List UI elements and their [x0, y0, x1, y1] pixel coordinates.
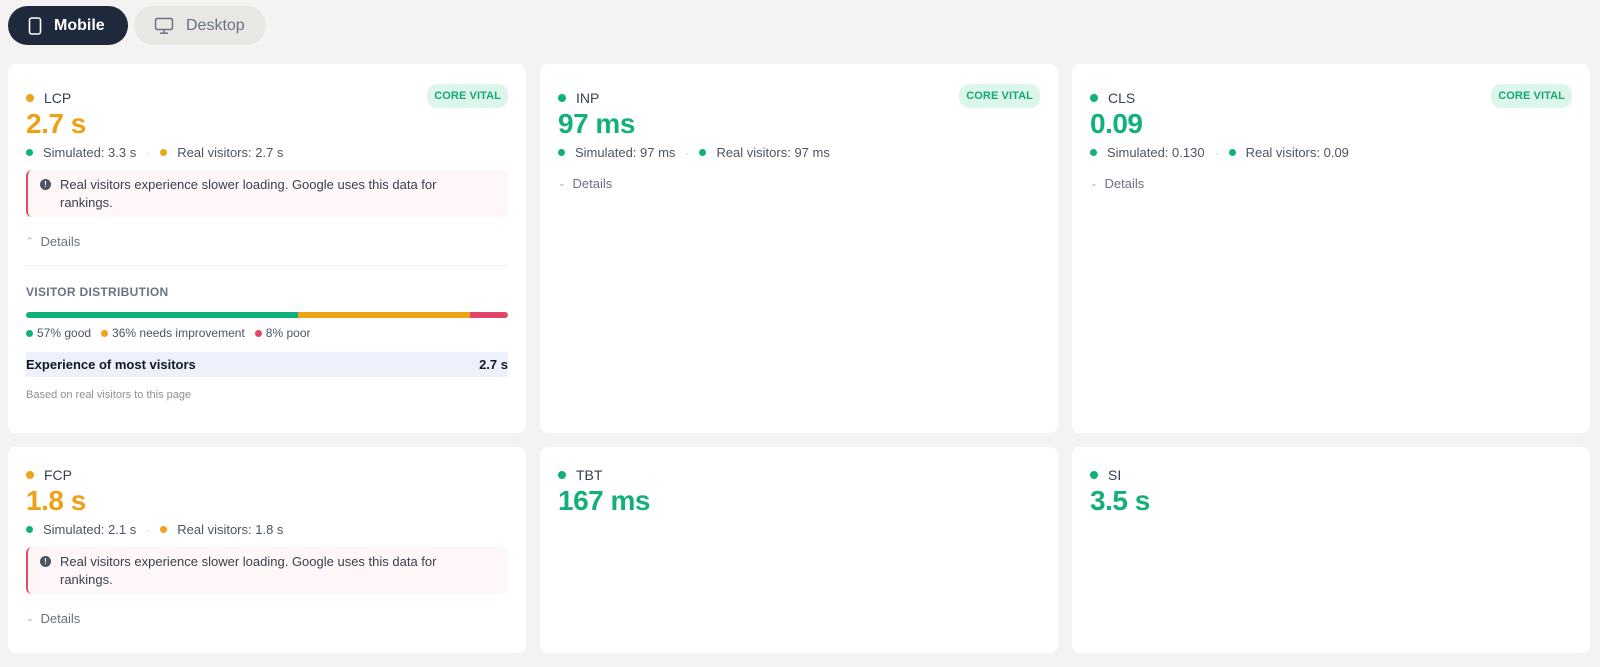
poor-label: 8% poor	[265, 326, 311, 340]
details-label: Details	[40, 234, 81, 249]
metric-name: LCP	[44, 90, 72, 106]
simulated-value: Simulated: 0.130	[1107, 145, 1205, 160]
poor-dot	[254, 329, 262, 337]
tab-desktop[interactable]: Desktop	[134, 6, 266, 45]
tab-label: Mobile	[54, 16, 105, 34]
metric-card-cls: CLS CORE VITAL 0.09 Simulated: 0.130 · R…	[1072, 64, 1590, 433]
status-dot	[1090, 149, 1097, 156]
metric-card-fcp: FCP 1.8 s Simulated: 2.1 s · Real visito…	[8, 447, 526, 653]
separator: ·	[146, 522, 151, 537]
good-segment	[26, 312, 299, 318]
metric-header: SI	[1090, 467, 1121, 483]
warning-icon: !	[40, 179, 51, 190]
divider	[26, 265, 508, 266]
experience-row: Experience of most visitors 2.7 s	[26, 352, 508, 377]
warning-icon: !	[40, 556, 51, 567]
real-visitors-value: Real visitors: 2.7 s	[177, 145, 284, 160]
status-dot	[160, 526, 168, 533]
needs-improvement-label: 36% needs improvement	[112, 326, 245, 340]
metric-sources: Simulated: 2.1 s · Real visitors: 1.8 s	[26, 522, 283, 537]
good-label: 57% good	[37, 326, 92, 340]
needs-improvement-segment	[298, 312, 470, 318]
metric-value: 97 ms	[558, 108, 635, 139]
distribution-title: VISITOR DISTRIBUTION	[26, 285, 169, 299]
phone-icon	[28, 16, 42, 35]
chevron-down-icon: ⌄	[1090, 178, 1098, 188]
metric-name: TBT	[576, 467, 603, 483]
metric-card-tbt: TBT 167 ms	[540, 447, 1058, 653]
core-vital-badge: CORE VITAL	[959, 84, 1040, 108]
simulated-value: Simulated: 2.1 s	[43, 522, 137, 537]
separator: ·	[1214, 145, 1219, 160]
tab-mobile[interactable]: Mobile	[8, 6, 128, 45]
alert-text: Real visitors experience slower loading.…	[60, 554, 437, 587]
distribution-note: Based on real visitors to this page	[26, 389, 192, 401]
good-dot	[26, 329, 33, 337]
metric-header: FCP	[26, 467, 72, 483]
chevron-down-icon: ⌄	[558, 178, 566, 188]
status-dot	[26, 94, 34, 102]
distribution-legend: 57% good 36% needs improvement 8% poor	[26, 326, 311, 340]
poor-segment	[469, 312, 508, 318]
status-dot	[558, 149, 565, 156]
metric-card-lcp: LCP CORE VITAL 2.7 s Simulated: 3.3 s · …	[8, 64, 526, 433]
details-toggle[interactable]: ⌄ Details	[1090, 176, 1144, 191]
details-toggle[interactable]: ⌄ Details	[558, 176, 612, 191]
metric-sources: Simulated: 97 ms · Real visitors: 97 ms	[558, 145, 830, 160]
chevron-down-icon: ⌄	[26, 613, 34, 623]
details-label: Details	[1104, 176, 1145, 191]
metric-sources: Simulated: 3.3 s · Real visitors: 2.7 s	[26, 145, 283, 160]
details-label: Details	[40, 611, 81, 626]
slower-loading-alert: ! Real visitors experience slower loadin…	[26, 547, 508, 594]
metric-name: SI	[1108, 467, 1122, 483]
simulated-value: Simulated: 97 ms	[575, 145, 676, 160]
chevron-up-icon: ⌃	[26, 236, 34, 246]
metric-value: 2.7 s	[26, 108, 86, 139]
real-visitors-value: Real visitors: 0.09	[1245, 145, 1349, 160]
metric-card-si: SI 3.5 s	[1072, 447, 1590, 653]
status-dot	[26, 149, 33, 156]
experience-value: 2.7 s	[479, 357, 508, 372]
real-visitors-value: Real visitors: 1.8 s	[177, 522, 284, 537]
details-label: Details	[572, 176, 613, 191]
experience-label: Experience of most visitors	[26, 357, 196, 372]
metric-name: CLS	[1108, 90, 1136, 106]
tab-label: Desktop	[186, 16, 245, 34]
separator: ·	[685, 145, 690, 160]
metric-header: INP	[558, 90, 599, 106]
core-vital-badge: CORE VITAL	[1491, 84, 1572, 108]
details-toggle[interactable]: ⌃ Details	[26, 234, 80, 249]
separator: ·	[146, 145, 151, 160]
metric-sources: Simulated: 0.130 · Real visitors: 0.09	[1090, 145, 1349, 160]
core-vital-badge: CORE VITAL	[427, 84, 508, 108]
status-dot	[558, 94, 566, 102]
details-toggle[interactable]: ⌄ Details	[26, 611, 80, 626]
status-dot	[26, 526, 33, 533]
simulated-value: Simulated: 3.3 s	[43, 145, 137, 160]
slower-loading-alert: ! Real visitors experience slower loadin…	[26, 170, 508, 217]
device-tabs: Mobile Desktop	[8, 6, 266, 45]
metric-header: LCP	[26, 90, 71, 106]
alert-text: Real visitors experience slower loading.…	[60, 177, 437, 210]
metric-name: INP	[576, 90, 600, 106]
metric-value: 3.5 s	[1090, 485, 1150, 516]
metric-header: TBT	[558, 467, 602, 483]
status-dot	[1090, 94, 1098, 102]
status-dot	[26, 471, 34, 479]
distribution-bar	[26, 312, 508, 318]
metric-value: 0.09	[1090, 108, 1143, 139]
metric-card-inp: INP CORE VITAL 97 ms Simulated: 97 ms · …	[540, 64, 1058, 433]
real-visitors-value: Real visitors: 97 ms	[716, 145, 830, 160]
monitor-icon	[154, 17, 174, 35]
status-dot	[160, 149, 168, 156]
metric-header: CLS	[1090, 90, 1135, 106]
metric-name: FCP	[44, 467, 72, 483]
status-dot	[699, 149, 707, 156]
status-dot	[558, 471, 566, 479]
needs-improvement-dot	[101, 329, 109, 337]
metric-value: 167 ms	[558, 485, 650, 516]
metric-value: 1.8 s	[26, 485, 86, 516]
status-dot	[1090, 471, 1098, 479]
status-dot	[1228, 149, 1236, 156]
